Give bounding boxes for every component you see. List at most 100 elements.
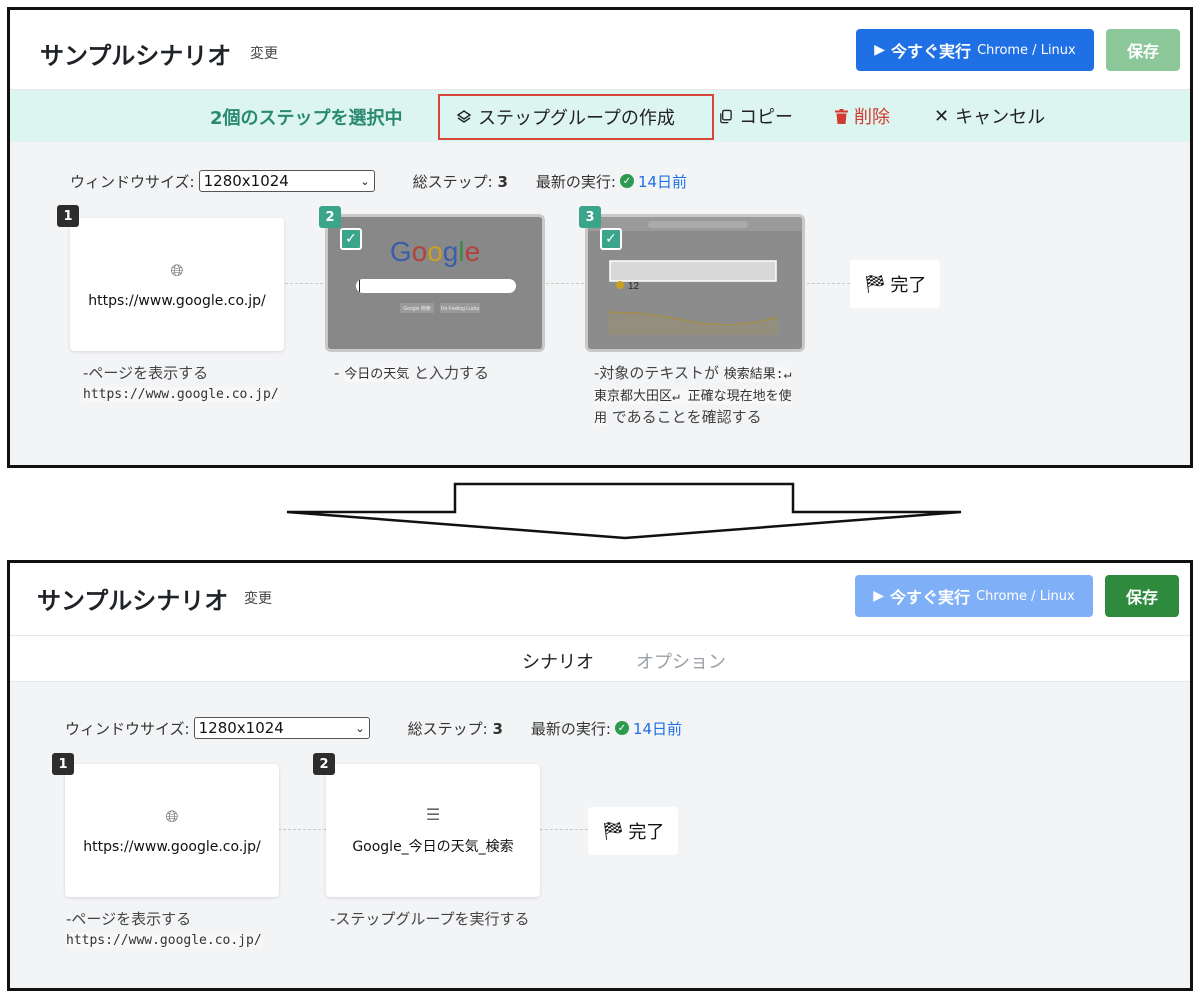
step-number-badge: 1 (52, 753, 74, 775)
run-now-label: 今すぐ実行 (890, 588, 971, 607)
caption-text: ステップグループを実行する (335, 910, 530, 928)
last-run-link[interactable]: 14日前 (638, 171, 687, 192)
copy-label: コピー (739, 107, 793, 128)
window-size-value: 1280x1024 (198, 719, 284, 737)
caption-code: https://www.google.co.jp/ (83, 387, 279, 402)
step-number-badge: 3 (579, 206, 601, 228)
globe-icon: 🌐︎ (170, 260, 184, 280)
done-node: 🏁︎ 完了 (588, 807, 678, 855)
close-icon: ✕ (934, 105, 950, 127)
window-size-label: ウィンドウサイズ: (70, 172, 195, 191)
globe-icon: 🌐︎ (165, 806, 179, 826)
checkered-flag-icon: 🏁︎ (601, 820, 625, 842)
done-label: 完了 (628, 822, 665, 843)
google-logo: Google (390, 236, 480, 267)
caption-text: と入力する (414, 364, 490, 382)
total-steps-value: 3 (492, 719, 503, 738)
total-steps-value: 3 (497, 172, 508, 191)
run-now-button[interactable]: ▶ 今すぐ実行 Chrome / Linux (856, 29, 1094, 71)
cancel-label: キャンセル (955, 107, 1046, 128)
step-url: https://www.google.co.jp/ (83, 838, 261, 855)
step-number-badge: 1 (57, 205, 79, 227)
caption-text: ページを表示する (71, 910, 192, 928)
cancel-selection-button[interactable]: ✕ キャンセル (934, 103, 1045, 129)
check-circle-icon: ✓ (619, 174, 634, 188)
total-steps-label: 総ステップ: (412, 172, 493, 191)
caption-code: 今日の天気 (344, 367, 410, 382)
tab-scenario[interactable]: シナリオ (522, 648, 594, 674)
list-check-icon: ☰ (425, 805, 441, 824)
copy-icon (720, 109, 732, 123)
play-icon: ▶ (873, 588, 885, 604)
check-circle-icon: ✓ (614, 721, 629, 735)
run-environment: Chrome / Linux (977, 42, 1076, 58)
layers-icon (456, 110, 472, 123)
step-card-1[interactable]: 🌐︎ https://www.google.co.jp/ (65, 764, 279, 897)
rename-link[interactable]: 変更 (250, 43, 278, 63)
chevron-down-icon: ⌄ (360, 174, 370, 188)
step-group-name: Google_今日の天気_検索 (352, 839, 514, 855)
step-caption-3: -対象のテキストが 検索結果:↵東京都大田区↵ 正確な現在地を使用 であることを… (594, 363, 804, 429)
step-url: https://www.google.co.jp/ (88, 292, 266, 309)
save-button[interactable]: 保存 (1106, 29, 1180, 71)
rename-link[interactable]: 変更 (244, 588, 272, 608)
step-caption-2: -ステップグループを実行する (330, 909, 540, 929)
weather-temp: 12 (628, 281, 640, 292)
run-now-button[interactable]: ▶ 今すぐ実行 Chrome / Linux (855, 575, 1093, 617)
selection-toolbar: 2個のステップを選択中 ステップグループの作成 コピー 削除 ✕ キャンセル (10, 90, 1190, 142)
chevron-down-icon: ⌄ (355, 721, 365, 735)
last-run: 最新の実行: ✓ 14日前 (531, 718, 682, 739)
scenario-title: サンプルシナリオ (40, 42, 232, 70)
caption-text: ページを表示する (88, 364, 209, 382)
total-steps: 総ステップ: 3 (413, 171, 508, 192)
last-run-label: 最新の実行: (530, 719, 611, 738)
delete-label: 削除 (854, 107, 890, 128)
total-steps: 総ステップ: 3 (408, 718, 503, 739)
caption-text-suffix: であることを確認する (611, 408, 762, 426)
scenario-title: サンプルシナリオ (37, 587, 229, 615)
tab-options[interactable]: オプション (636, 648, 726, 674)
last-run-link[interactable]: 14日前 (633, 718, 682, 739)
step-number-badge: 2 (313, 753, 335, 775)
step-caption-1: -ページを表示する https://www.google.co.jp/ (66, 909, 276, 951)
checkered-flag-icon: 🏁︎ (863, 273, 887, 295)
google-search-btn-label: Google 検索 (403, 305, 431, 312)
step-card-1[interactable]: 🌐︎ https://www.google.co.jp/ (70, 218, 284, 351)
delete-button[interactable]: 削除 (835, 103, 890, 129)
copy-button[interactable]: コピー (718, 103, 793, 129)
scenario-meta: ウィンドウサイズ: 1280x1024 ⌄ 総ステップ: 3 最新の実行: ✓ … (70, 170, 687, 192)
checkbox-checked-icon[interactable]: ✓ (340, 228, 362, 250)
caption-dash: - (334, 364, 340, 382)
arrow-down-icon (286, 482, 962, 540)
after-panel: サンプルシナリオ 変更 ▶ 今すぐ実行 Chrome / Linux 保存 シナ… (7, 560, 1193, 991)
total-steps-label: 総ステップ: (407, 719, 488, 738)
step-number-badge: 2 (319, 206, 341, 228)
scenario-tabs: シナリオ オプション (10, 636, 1190, 682)
trash-icon (835, 108, 848, 124)
done-node: 🏁︎ 完了 (850, 260, 940, 308)
save-button[interactable]: 保存 (1105, 575, 1179, 617)
done-label: 完了 (890, 275, 927, 296)
step-caption-2: - 今日の天気 と入力する (334, 363, 554, 385)
before-panel: サンプルシナリオ 変更 ▶ 今すぐ実行 Chrome / Linux 保存 2個… (7, 7, 1193, 468)
step-card-2-group[interactable]: ☰ Google_今日の天気_検索 (326, 764, 540, 897)
checkbox-checked-icon[interactable]: ✓ (600, 228, 622, 250)
run-now-label: 今すぐ実行 (891, 42, 972, 61)
window-size-select[interactable]: 1280x1024 ⌄ (198, 170, 375, 192)
run-environment: Chrome / Linux (976, 588, 1075, 604)
window-size-value: 1280x1024 (203, 172, 289, 190)
selection-count: 2個のステップを選択中 (210, 108, 403, 129)
app-header: サンプルシナリオ 変更 ▶ 今すぐ実行 Chrome / Linux 保存 (10, 10, 1190, 90)
last-run: 最新の実行: ✓ 14日前 (536, 171, 687, 192)
step-caption-1: -ページを表示する https://www.google.co.jp/ (83, 363, 283, 405)
scenario-meta: ウィンドウサイズ: 1280x1024 ⌄ 総ステップ: 3 最新の実行: ✓ … (65, 717, 682, 739)
window-size-label: ウィンドウサイズ: (65, 719, 190, 738)
window-size-select[interactable]: 1280x1024 ⌄ (193, 717, 370, 739)
caption-text: 対象のテキストが (599, 364, 719, 382)
play-icon: ▶ (874, 42, 886, 58)
create-step-group-button[interactable]: ステップグループの作成 (438, 94, 714, 140)
create-step-group-label: ステップグループの作成 (478, 108, 675, 129)
lucky-btn-label: I'm Feeling Lucky (441, 306, 480, 312)
app-header: サンプルシナリオ 変更 ▶ 今すぐ実行 Chrome / Linux 保存 (10, 563, 1190, 636)
last-run-label: 最新の実行: (535, 172, 616, 191)
